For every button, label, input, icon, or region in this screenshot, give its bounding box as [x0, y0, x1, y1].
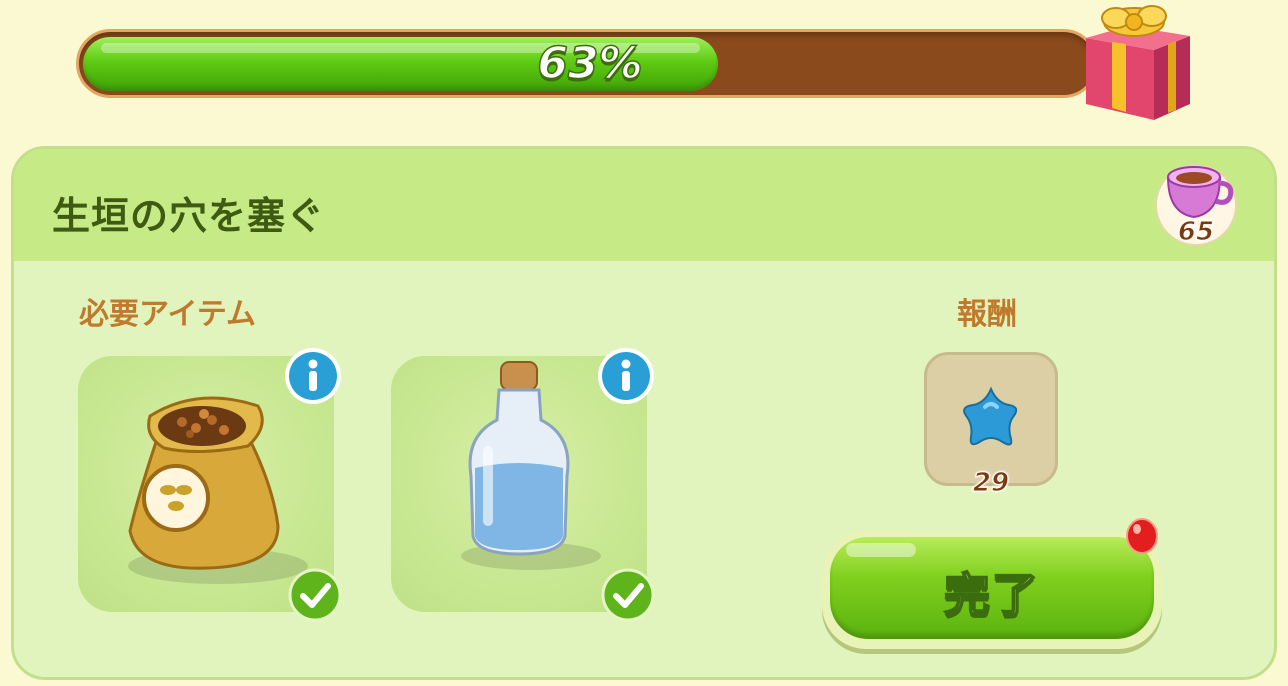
complete-button[interactable]: 完了 [822, 531, 1162, 649]
red-notification-dot [1126, 518, 1158, 554]
reward-label: 報酬 [957, 297, 1017, 332]
blue-star-icon [963, 386, 1018, 446]
quest-title: 生垣の穴を塞ぐ [52, 194, 326, 238]
quest-progress-bar: 63% [76, 29, 1098, 98]
complete-button-label: 完了 [943, 567, 1040, 623]
info-icon[interactable] [596, 346, 656, 406]
required-items-label: 必要アイテム [79, 297, 256, 332]
progress-percent-label: 63% [537, 37, 644, 90]
info-icon[interactable] [283, 346, 343, 406]
checkmark-icon [601, 568, 655, 622]
quest-cost-count: 65 [1177, 217, 1215, 248]
complete-button-face: 完了 [830, 537, 1154, 639]
gift-box-icon[interactable] [1072, 0, 1200, 124]
reward-card [924, 352, 1058, 486]
checkmark-icon [288, 568, 342, 622]
quest-panel: 生垣の穴を塞ぐ 65 必要アイテム 報酬 29 完了 [11, 146, 1277, 680]
reward-count: 29 [972, 468, 1010, 499]
